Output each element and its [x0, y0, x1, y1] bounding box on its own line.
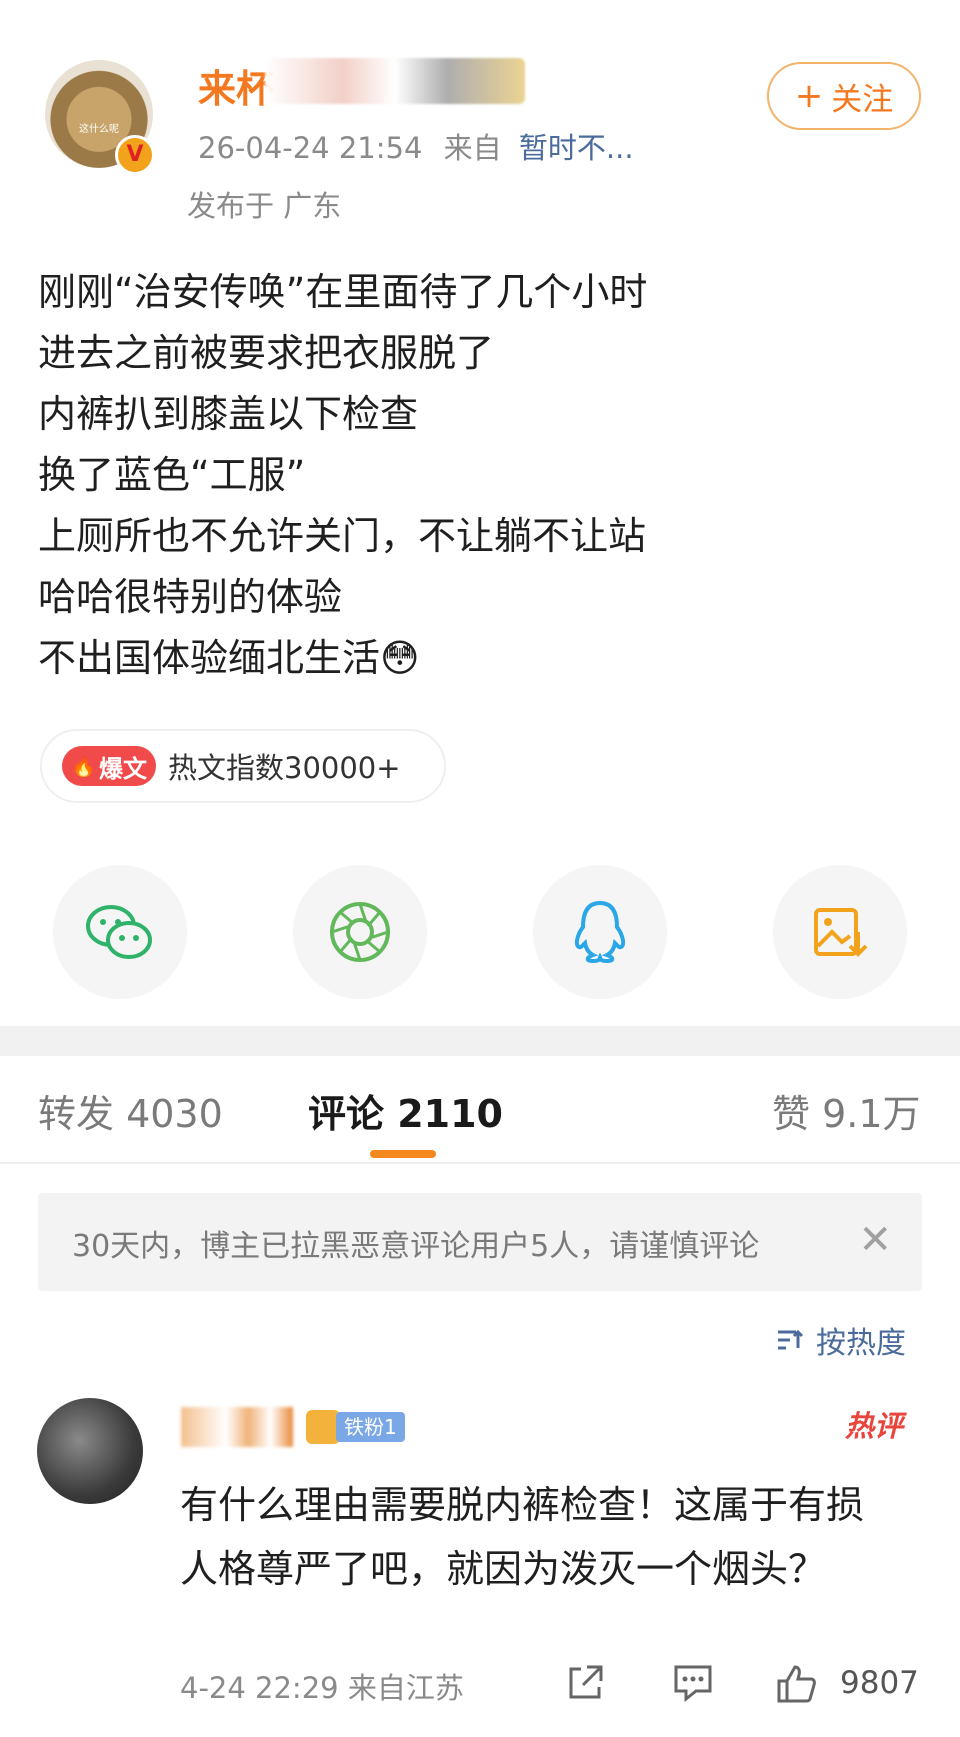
tab-repost[interactable]: 转发 4030: [38, 1083, 223, 1138]
wechat-icon: [86, 905, 152, 959]
thumbs-up-icon: [777, 1665, 816, 1703]
post-source[interactable]: 暂时不...: [519, 131, 634, 165]
fan-level-badge: 铁粉1: [306, 1409, 405, 1445]
share-moments-button[interactable]: [293, 865, 427, 999]
share-wechat-button[interactable]: [53, 865, 187, 999]
fan-bag-icon: [306, 1410, 340, 1444]
content-line: 进去之前被要求把衣服脱了: [38, 331, 495, 375]
comment-like-count: 9807: [840, 1665, 919, 1701]
sort-by-hot-button[interactable]: 按热度: [776, 1318, 906, 1362]
tab-comments[interactable]: 评论 2110: [308, 1083, 503, 1138]
share-icon: [569, 1665, 603, 1699]
commenter-avatar[interactable]: [37, 1398, 143, 1504]
fire-icon: 🔥: [71, 754, 96, 778]
content-line: 刚刚“治安传唤”在里面待了几个小时: [38, 270, 648, 314]
content-line: 内裤扒到膝盖以下检查: [38, 392, 419, 436]
content-line: 换了蓝色“工服”: [38, 453, 306, 497]
content-line: 上厕所也不允许关门，不让躺不让站: [38, 514, 647, 558]
post-content: 刚刚“治安传唤”在里面待了几个小时 进去之前被要求把衣服脱了 内裤扒到膝盖以下检…: [38, 262, 647, 689]
verified-badge-icon: V: [115, 135, 155, 175]
blurred-username-badges: [265, 58, 525, 104]
follow-label: 关注: [831, 81, 894, 118]
content-line: 哈哈很特别的体验: [38, 575, 343, 619]
comment-meta: 4-24 22:29 来自江苏: [180, 1671, 464, 1705]
fan-level: 铁粉1: [336, 1412, 405, 1442]
hot-index-pill[interactable]: 🔥 爆文 热文指数30000+: [40, 729, 446, 803]
hot-tag: 🔥 爆文: [62, 746, 156, 786]
notice-text: 30天内，博主已拉黑恶意评论用户5人，请谨慎评论: [72, 1229, 760, 1264]
commenter-name-blurred[interactable]: [181, 1407, 293, 1447]
comment-text: 有什么理由需要脱内裤检查！这属于有损人格尊严了吧，就因为泼灭一个烟头？: [180, 1483, 865, 1591]
sort-label: 按热度: [816, 1326, 906, 1361]
comment-like-button[interactable]: [775, 1663, 819, 1709]
hot-index-text: 热文指数30000+: [168, 751, 401, 785]
save-image-icon: [814, 908, 868, 957]
tab-likes[interactable]: 赞 9.1万: [772, 1083, 921, 1138]
comment-notice-banner: 30天内，博主已拉黑恶意评论用户5人，请谨慎评论 ✕: [38, 1193, 922, 1291]
share-save-image-button[interactable]: [773, 865, 907, 999]
tabs-divider: [0, 1162, 960, 1164]
plus-icon: +: [794, 76, 824, 116]
share-qq-button[interactable]: [533, 865, 667, 999]
author-name[interactable]: 来杯: [198, 58, 274, 113]
section-gap: [0, 1026, 960, 1056]
follow-button[interactable]: + 关注: [767, 62, 921, 130]
from-label: 来自: [443, 131, 502, 165]
post-meta: 26-04-24 21:54 来自 暂时不...: [198, 125, 634, 167]
moments-icon: [330, 902, 390, 962]
comment-icon: [674, 1665, 712, 1703]
post-location: 发布于 广东: [187, 189, 342, 223]
qq-icon: [574, 900, 626, 964]
close-icon[interactable]: ✕: [858, 1215, 892, 1265]
comment-share-button[interactable]: [565, 1663, 605, 1707]
comment-reply-button[interactable]: [672, 1663, 714, 1707]
hot-comment-badge: 热评: [845, 1409, 904, 1443]
active-tab-indicator: [370, 1150, 436, 1158]
sort-icon: [778, 1329, 804, 1350]
content-line: 不出国体验缅北生活😳: [38, 636, 420, 680]
post-timestamp: 26-04-24 21:54: [198, 131, 423, 165]
hot-tag-label: 爆文: [98, 754, 147, 783]
avatar-caption: 这什么呢: [79, 124, 119, 135]
